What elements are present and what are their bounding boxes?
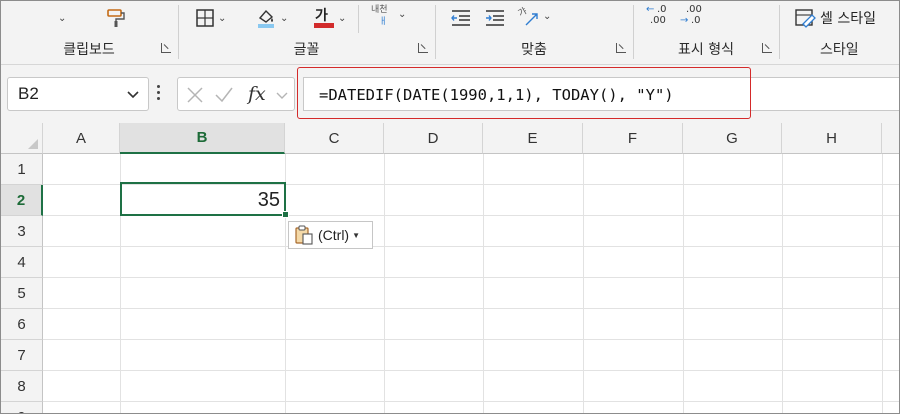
- row-header-7[interactable]: 7: [1, 340, 43, 371]
- row-header-6[interactable]: 6: [1, 309, 43, 340]
- ribbon-divider: [358, 5, 359, 33]
- phonetic-guide-icon: 내천 ㅐ: [371, 2, 395, 26]
- dialog-launcher-icon[interactable]: [616, 43, 626, 53]
- increase-decimal-button[interactable]: ← .0 .00: [646, 4, 672, 27]
- increase-decimal-icon: ← .0 .00: [646, 4, 667, 26]
- name-box-value: B2: [18, 84, 39, 103]
- font-color-icon: 가: [313, 7, 335, 29]
- chevron-down-icon: ⌄: [338, 12, 347, 24]
- active-cell-border: [120, 182, 286, 216]
- formula-bar: B2 fx =DATEDIF(DATE(1990,1,1), TODAY(), …: [1, 65, 899, 123]
- select-all-button[interactable]: [1, 123, 43, 154]
- row-header-3[interactable]: 3: [1, 216, 43, 247]
- increase-indent-button[interactable]: [484, 7, 506, 29]
- cell-styles-button[interactable]: 셀 스타일: [794, 7, 876, 29]
- borders-icon: [196, 9, 214, 27]
- increase-indent-icon: [486, 10, 504, 26]
- row-header-4[interactable]: 4: [1, 247, 43, 278]
- font-color-glyph: 가: [315, 8, 328, 24]
- decimal-text: .00: [650, 15, 666, 26]
- orientation-button[interactable]: 갸 ⌄: [517, 5, 552, 27]
- column-header-e[interactable]: E: [483, 123, 583, 154]
- decrease-indent-button[interactable]: [450, 7, 472, 29]
- chevron-down-icon: ⌄: [218, 12, 227, 24]
- borders-button[interactable]: ⌄: [195, 7, 226, 29]
- row-header-9[interactable]: 9: [1, 402, 43, 413]
- dialog-launcher-icon[interactable]: [161, 43, 171, 53]
- ribbon-group-styles: 셀 스타일 스타일: [780, 1, 899, 65]
- decrease-decimal-button[interactable]: .00 → .0: [680, 4, 706, 27]
- formula-tools: fx: [177, 77, 295, 111]
- column-header-f[interactable]: F: [583, 123, 683, 154]
- ribbon-group-label: 표시 형식: [678, 42, 734, 58]
- column-header-partial[interactable]: [882, 123, 899, 154]
- formula-text: =DATEDIF(DATE(1990,1,1), TODAY(), "Y"): [319, 86, 674, 104]
- cell-styles-icon: [795, 9, 816, 28]
- column-header-b[interactable]: B: [120, 123, 285, 154]
- insert-function-button[interactable]: fx: [248, 83, 266, 105]
- ribbon-group-label: 클립보드: [63, 42, 115, 58]
- ribbon-group-label: 맞춤: [521, 42, 547, 58]
- ribbon-group-clipboard: ⌄ 클립보드: [1, 1, 177, 65]
- chevron-down-icon: ⌄: [398, 8, 407, 20]
- worksheet-grid[interactable]: A B C D E F G H 1 2 3 4 5 6 7 8 9: [1, 123, 899, 413]
- paste-options-label: (Ctrl): [318, 227, 350, 243]
- column-header-h[interactable]: H: [782, 123, 882, 154]
- more-options-icon[interactable]: [157, 85, 161, 103]
- ribbon-group-label: 스타일: [820, 42, 859, 58]
- format-painter-icon: [107, 9, 125, 27]
- font-color-swatch: [314, 23, 334, 28]
- decimal-text: .00: [686, 4, 702, 15]
- fill-handle[interactable]: [282, 211, 289, 218]
- chevron-down-icon: ⌄: [58, 12, 67, 24]
- caret-down-icon: ▼: [352, 230, 361, 240]
- dialog-launcher-icon[interactable]: [418, 43, 428, 53]
- orientation-icon: 갸: [517, 5, 540, 27]
- column-header-d[interactable]: D: [384, 123, 483, 154]
- decimal-text: .0: [691, 15, 701, 26]
- column-header-g[interactable]: G: [683, 123, 782, 154]
- column-header-c[interactable]: C: [285, 123, 384, 154]
- dialog-launcher-icon[interactable]: [762, 43, 772, 53]
- excel-window: ⌄ 클립보드 ⌄ ⌄ 가 ⌄ 내천 ㅐ ⌄ 글꼴 갸 ⌄ 맞춤 ← .0 .00…: [0, 0, 900, 414]
- ribbon-group-alignment: 갸 ⌄ 맞춤: [436, 1, 632, 65]
- column-header-a[interactable]: A: [43, 123, 120, 154]
- font-color-button[interactable]: 가 ⌄: [313, 7, 346, 29]
- clipboard-icon: [295, 225, 313, 245]
- fill-color-icon: [258, 9, 274, 28]
- ribbon-group-label: 글꼴: [293, 42, 320, 58]
- name-box[interactable]: B2: [7, 77, 149, 111]
- enter-checkmark-icon[interactable]: [214, 86, 234, 104]
- paste-options-button[interactable]: (Ctrl) ▼: [288, 221, 373, 249]
- ribbon-group-number: ← .0 .00 .00 → .0 표시 형식: [634, 1, 778, 65]
- fill-color-swatch: [258, 24, 274, 28]
- fill-color-button[interactable]: ⌄: [255, 7, 288, 29]
- chevron-down-icon: [127, 91, 139, 99]
- paste-dropdown[interactable]: ⌄: [55, 7, 66, 29]
- format-painter-button[interactable]: [105, 7, 127, 29]
- ribbon: ⌄ 클립보드 ⌄ ⌄ 가 ⌄ 내천 ㅐ ⌄ 글꼴 갸 ⌄ 맞춤 ← .0 .00…: [1, 1, 899, 65]
- cancel-icon[interactable]: [186, 86, 204, 104]
- ribbon-group-font: ⌄ ⌄ 가 ⌄ 내천 ㅐ ⌄ 글꼴: [179, 1, 434, 65]
- phonetic-guide-button[interactable]: 내천 ㅐ ⌄: [371, 2, 407, 26]
- row-header-1[interactable]: 1: [1, 154, 43, 185]
- decrease-indent-icon: [451, 10, 470, 26]
- decimal-text: .0: [657, 4, 667, 15]
- row-header-5[interactable]: 5: [1, 278, 43, 309]
- row-header-8[interactable]: 8: [1, 371, 43, 402]
- cell-styles-label: 셀 스타일: [820, 11, 876, 27]
- chevron-down-icon: ⌄: [280, 12, 289, 24]
- row-header-2[interactable]: 2: [1, 185, 43, 216]
- chevron-down-icon[interactable]: [276, 89, 288, 101]
- decrease-decimal-icon: .00 → .0: [680, 4, 702, 26]
- chevron-down-icon: ⌄: [543, 10, 552, 22]
